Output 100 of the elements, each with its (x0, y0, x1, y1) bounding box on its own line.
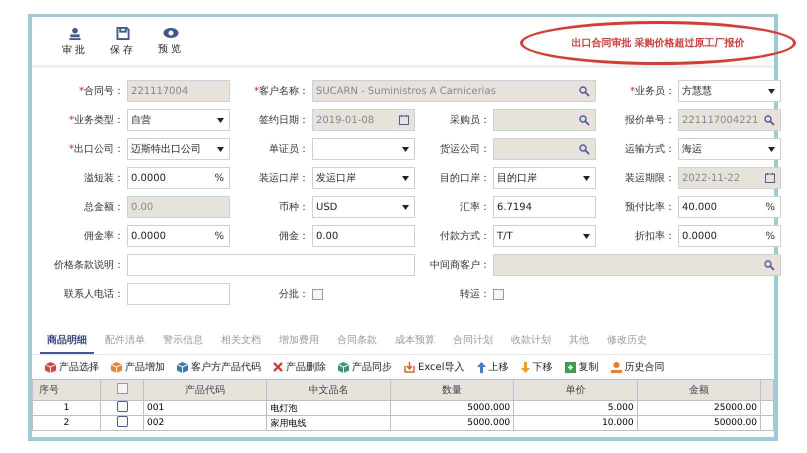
field-label: 付款方式： (439, 230, 490, 243)
search-icon (579, 86, 590, 96)
search-icon (764, 114, 775, 126)
row-checkbox[interactable] (116, 416, 128, 427)
input-field[interactable]: 40.000 % (678, 196, 781, 218)
input-field[interactable]: 0.00 (312, 225, 415, 247)
caret-icon (402, 146, 409, 152)
field-label: 单证员： (268, 142, 309, 156)
table-cell: 002 (144, 416, 267, 430)
field-label: 报价单号： (624, 114, 675, 127)
calendar-icon (399, 115, 409, 125)
percent-unit: % (214, 230, 224, 242)
toolbar-button[interactable]: 下移 (518, 359, 556, 375)
preview-button[interactable]: 预览 (156, 23, 186, 61)
field-label: 价格条款说明： (53, 258, 124, 272)
annotation-ellipse: 出口合同审批 采购价格超过原工厂报价 (520, 21, 796, 65)
caret-icon (583, 176, 590, 180)
checkbox[interactable] (312, 288, 323, 300)
field-label: 联系人电话： (63, 288, 124, 301)
field-label: 佣金率： (83, 230, 124, 243)
column-header: 序号 (32, 380, 100, 400)
dropdown[interactable]: USD (312, 196, 415, 218)
column-header: 数量 (390, 380, 514, 400)
input-field[interactable]: 6.7194 (493, 196, 596, 218)
field-label: *业务类型： (68, 114, 124, 127)
field-label: 分批： (278, 288, 309, 301)
field-label: 预付比率： (624, 200, 675, 214)
row-checkbox[interactable] (116, 401, 128, 412)
toolbar-button[interactable]: 上移 (474, 359, 512, 375)
toolbar-button[interactable]: 复制 (562, 359, 602, 375)
table-cell: 5000.000 (390, 416, 514, 430)
field-label: 装运口岸： (258, 172, 309, 185)
dropdown[interactable]: 海运 (678, 138, 781, 160)
dropdown[interactable]: 发运口岸 (312, 167, 415, 189)
caret-icon (402, 204, 409, 210)
dropdown[interactable]: T/T (493, 225, 596, 247)
toolbar-button[interactable]: 产品选择 (42, 359, 102, 375)
toolbar-button[interactable]: 产品删除 (270, 359, 329, 375)
caret-icon (217, 118, 224, 122)
input-field[interactable]: 0.0000 % (127, 225, 230, 247)
table-cell: 1 (32, 400, 100, 416)
field-label: 目的口岸： (439, 172, 490, 185)
dropdown[interactable]: 方慧慧 (678, 80, 781, 102)
toolbar-button[interactable]: Excel导入 (401, 359, 468, 375)
toolbar-button[interactable]: 产品增加 (108, 359, 168, 375)
field-label: 货运公司： (439, 142, 490, 156)
field-label: 运输方式： (624, 142, 675, 156)
table-cell: 10.000 (514, 416, 638, 430)
table-cell: 50000.00 (637, 416, 760, 430)
column-header: 金额 (637, 380, 760, 400)
table-cell: 家用电线 (266, 416, 390, 430)
search-field[interactable] (493, 254, 781, 276)
field-label: 装运期限： (624, 172, 675, 185)
caret-icon (402, 176, 409, 180)
table-cell: 5.000 (514, 400, 638, 416)
field-label: 总金额： (83, 200, 124, 214)
dropdown[interactable] (312, 138, 415, 160)
dropdown[interactable]: 自营 (127, 109, 230, 131)
table-cell: 电灯泡 (266, 400, 390, 416)
table-cell: 5000.000 (390, 400, 514, 416)
caret-icon (768, 146, 775, 152)
percent-unit: % (765, 230, 775, 242)
field-label: *客户名称： (253, 84, 309, 98)
approve-button[interactable]: 审批 (60, 23, 90, 61)
text-area[interactable] (127, 254, 415, 276)
field-label: 币种： (278, 200, 309, 214)
field-label: 汇率： (459, 200, 490, 214)
dropdown[interactable]: 迈斯特出口公司 (127, 138, 230, 160)
table-cell: 2 (32, 416, 100, 430)
select-all-checkbox[interactable] (116, 383, 128, 394)
field-label: *业务员： (629, 84, 675, 98)
field-label: 佣金： (278, 230, 309, 243)
search-field[interactable] (493, 109, 596, 131)
input-field[interactable]: 0.0000 % (127, 167, 230, 189)
column-header: 单价 (514, 380, 638, 400)
field-label: 采购员： (449, 114, 490, 127)
search-field[interactable] (493, 138, 596, 160)
input-field[interactable] (127, 283, 230, 305)
table-cell: 25000.00 (637, 400, 760, 416)
stamp-icon (68, 27, 82, 40)
field-label: 签约日期： (258, 114, 309, 127)
caret-icon (768, 88, 775, 94)
field-label: 折扣率： (634, 230, 675, 243)
column-header: 中文品名 (266, 380, 390, 400)
field-label: 转运： (459, 288, 490, 301)
toolbar-button[interactable]: 客户方产品代码 (174, 359, 264, 375)
input-field[interactable]: 0.0000 % (678, 225, 781, 247)
save-button[interactable]: 保存 (108, 23, 138, 61)
checkbox[interactable] (493, 288, 504, 300)
dropdown[interactable]: 目的口岸 (493, 167, 596, 189)
toolbar-button[interactable]: 历史合同 (608, 359, 668, 375)
tab[interactable]: 商品明细 (40, 329, 94, 354)
caret-icon (583, 234, 590, 238)
toolbar-button[interactable]: 产品同步 (335, 359, 395, 375)
column-header: 产品代码 (144, 380, 267, 400)
eye-icon (163, 27, 179, 39)
field-label: 溢短装： (83, 172, 124, 185)
search-icon (579, 144, 590, 154)
field-label: *出口公司： (68, 142, 124, 156)
calendar-icon (765, 173, 775, 183)
